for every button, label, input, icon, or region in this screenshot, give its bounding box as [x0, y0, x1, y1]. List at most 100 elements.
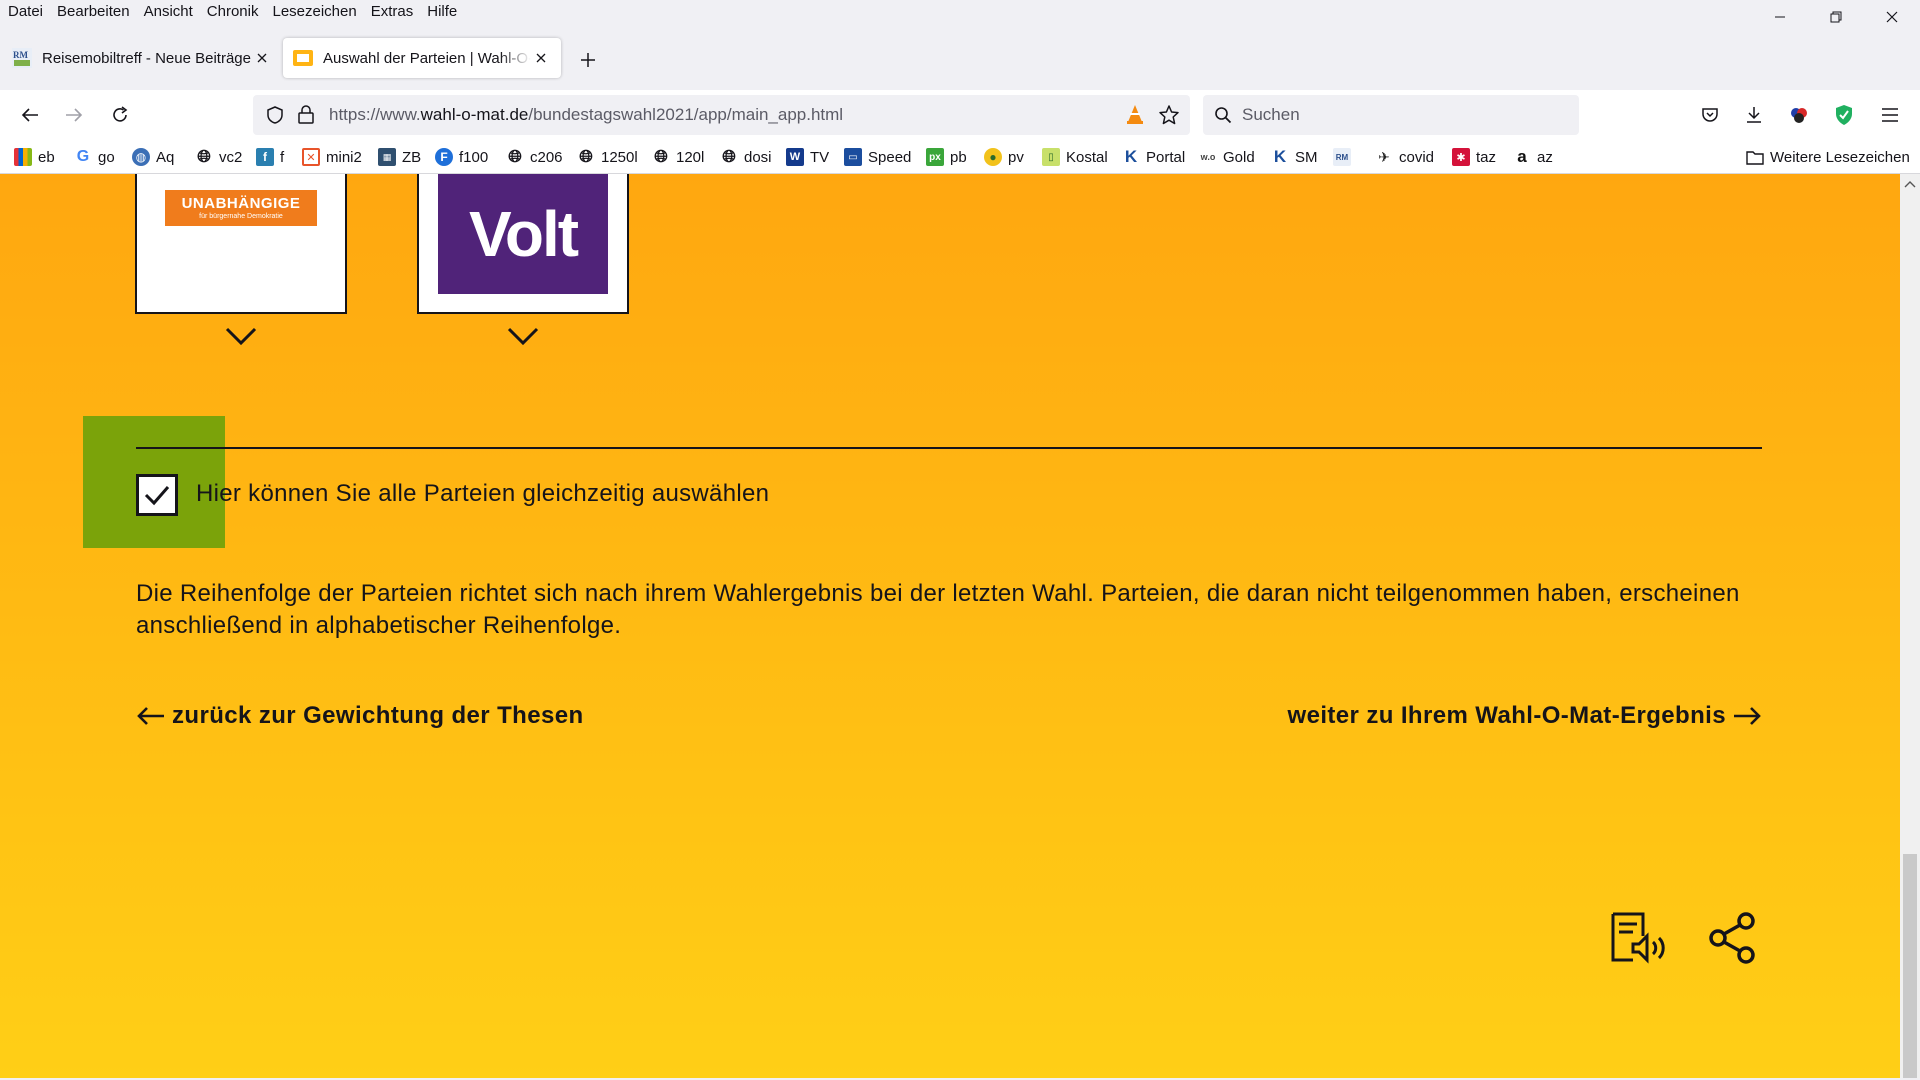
monitor-icon: ▭	[844, 148, 862, 166]
bookmark-sm[interactable]: K SM	[1271, 146, 1318, 168]
scroll-up-button[interactable]	[1900, 174, 1920, 194]
pocket-icon[interactable]	[1695, 100, 1725, 130]
folder-icon	[1746, 148, 1764, 166]
globe-colored-icon: ◍	[132, 148, 150, 166]
bookmark-rm[interactable]: RM	[1333, 146, 1357, 168]
bookmark-label: az	[1537, 148, 1553, 166]
continue-to-result-link[interactable]: weiter zu Ihrem Wahl-O-Mat-Ergebnis	[1288, 702, 1763, 730]
tab-reisemobiltreff[interactable]: RM Reisemobiltreff - Neue Beiträge	[2, 38, 282, 78]
extension-colorful-icon[interactable]	[1784, 100, 1814, 130]
bookmark-mini2[interactable]: ✕ mini2	[302, 146, 362, 168]
bookmark-go[interactable]: Ggo	[74, 146, 115, 168]
ebay-icon	[14, 148, 32, 166]
reload-button[interactable]	[102, 97, 138, 133]
menu-lesezeichen[interactable]: Lesezeichen	[265, 0, 363, 26]
back-to-weighting-link[interactable]: zurück zur Gewichtung der Thesen	[136, 702, 584, 730]
bookmark-portal[interactable]: K Portal	[1122, 146, 1185, 168]
shield-icon[interactable]	[265, 105, 285, 130]
bookmark-f[interactable]: ff	[256, 146, 284, 168]
party-logo-subtext: für bürgernahe Demokratie	[199, 212, 283, 220]
hamburger-menu-icon[interactable]	[1875, 100, 1905, 130]
f100-site-icon: F	[435, 148, 453, 166]
select-all-label[interactable]: Hier können Sie alle Parteien gleichzeit…	[196, 480, 769, 508]
menu-extras[interactable]: Extras	[364, 0, 421, 26]
menu-chronik[interactable]: Chronik	[200, 0, 266, 26]
bookmark-label: vc2	[219, 148, 243, 166]
tab-strip: RM Reisemobiltreff - Neue Beiträge Auswa…	[0, 26, 1920, 90]
tab-close-button[interactable]	[531, 48, 551, 68]
menu-datei[interactable]: Datei	[0, 0, 50, 26]
rm-logo-icon: RM	[12, 48, 32, 68]
chevron-down-icon[interactable]	[507, 326, 539, 346]
bookmark-aq[interactable]: ◍ Aq	[132, 146, 174, 168]
close-icon	[536, 53, 546, 63]
bookmark-speed[interactable]: ▭ Speed	[844, 146, 911, 168]
px-site-icon: px	[926, 148, 944, 166]
select-all-checkbox[interactable]	[136, 474, 178, 516]
forward-button[interactable]	[56, 97, 92, 133]
bookmark-pv[interactable]: ● pv	[984, 146, 1024, 168]
rm-logo-icon: RM	[1333, 148, 1351, 166]
bookmarks-bar: eb Ggo ◍ Aq 🌐︎ vc2 ff ✕ mini2 ▦ ZB Ff100 🌐︎ c…	[0, 140, 1920, 174]
kostal-site-icon: ▯	[1042, 148, 1060, 166]
arrow-right-icon	[66, 108, 83, 122]
k-site-icon: K	[1273, 147, 1287, 166]
back-button[interactable]	[12, 97, 48, 133]
amazon-icon: a	[1517, 147, 1527, 166]
svg-text:RM: RM	[13, 50, 28, 60]
bookmark-covid[interactable]: ✈ covid	[1375, 146, 1434, 168]
lock-icon[interactable]	[297, 104, 315, 129]
menu-ansicht[interactable]: Ansicht	[137, 0, 200, 26]
bookmark-kostal[interactable]: ▯ Kostal	[1042, 146, 1108, 168]
google-icon: G	[76, 148, 90, 165]
bookmark-dosi[interactable]: 🌐︎ dosi	[720, 146, 772, 168]
close-icon	[1886, 11, 1898, 23]
party-logo-volt: Volt	[438, 174, 608, 294]
party-card-volt[interactable]: Volt	[417, 174, 629, 314]
bookmark-zb[interactable]: ▦ ZB	[378, 146, 421, 168]
new-tab-button[interactable]	[574, 46, 602, 74]
tab-wahl-o-mat[interactable]: Auswahl der Parteien | Wahl-O-Mat	[283, 38, 561, 78]
menu-bearbeiten[interactable]: Bearbeiten	[50, 0, 137, 26]
download-icon[interactable]	[1739, 100, 1769, 130]
globe-icon: 🌐︎	[197, 147, 211, 166]
bookmark-taz[interactable]: ✱ taz	[1452, 146, 1496, 168]
tab-close-button[interactable]	[252, 48, 272, 68]
party-card-unabhaengige[interactable]: UNABHÄNGIGE für bürgernahe Demokratie	[135, 174, 347, 314]
chevron-down-icon[interactable]	[225, 326, 257, 346]
bookmark-120l[interactable]: 🌐︎ 120l	[652, 146, 704, 168]
bookmark-label: Aq	[156, 148, 175, 166]
other-bookmarks[interactable]: Weitere Lesezeichen	[1746, 146, 1910, 168]
vlc-extension-icon[interactable]	[1126, 104, 1144, 129]
bookmark-label: eb	[38, 148, 55, 166]
share-icon[interactable]	[1703, 908, 1763, 968]
scroll-thumb[interactable]	[1903, 854, 1917, 1078]
url-bar[interactable]: https://www.wahl-o-mat.de/bundestagswahl…	[253, 95, 1190, 135]
bookmark-label: dosi	[744, 148, 772, 166]
menu-hilfe[interactable]: Hilfe	[420, 0, 464, 26]
shield-check-extension-icon[interactable]	[1829, 100, 1859, 130]
bookmark-label: pv	[1008, 148, 1024, 166]
covid-site-icon: ✈	[1378, 148, 1390, 165]
bookmark-label: SM	[1295, 148, 1318, 166]
read-aloud-icon[interactable]	[1608, 908, 1668, 968]
bookmark-gold[interactable]: w.o Gold	[1199, 146, 1255, 168]
search-bar[interactable]: Suchen	[1203, 95, 1579, 135]
bookmark-1250l[interactable]: 🌐︎ 1250l	[577, 146, 638, 168]
bookmark-az[interactable]: a az	[1513, 146, 1553, 168]
bookmark-vc2[interactable]: 🌐︎ vc2	[195, 146, 242, 168]
bookmark-c206[interactable]: 🌐︎ c206	[506, 146, 562, 168]
bookmark-tv[interactable]: W TV	[786, 146, 829, 168]
tv-site-icon: W	[786, 148, 804, 166]
page-scrollbar[interactable]	[1900, 174, 1920, 1078]
k-site-icon: K	[1124, 147, 1138, 166]
globe-icon: 🌐︎	[654, 147, 668, 166]
search-placeholder: Suchen	[1242, 105, 1300, 124]
bookmark-pb[interactable]: px pb	[926, 146, 967, 168]
bookmark-eb[interactable]: eb	[14, 146, 55, 168]
star-bookmark-icon[interactable]	[1158, 104, 1180, 131]
back-link-label: zurück zur Gewichtung der Thesen	[172, 702, 584, 729]
party-logo-text: Volt	[468, 198, 579, 270]
bookmark-label: Kostal	[1066, 148, 1108, 166]
bookmark-f100[interactable]: Ff100	[435, 146, 488, 168]
